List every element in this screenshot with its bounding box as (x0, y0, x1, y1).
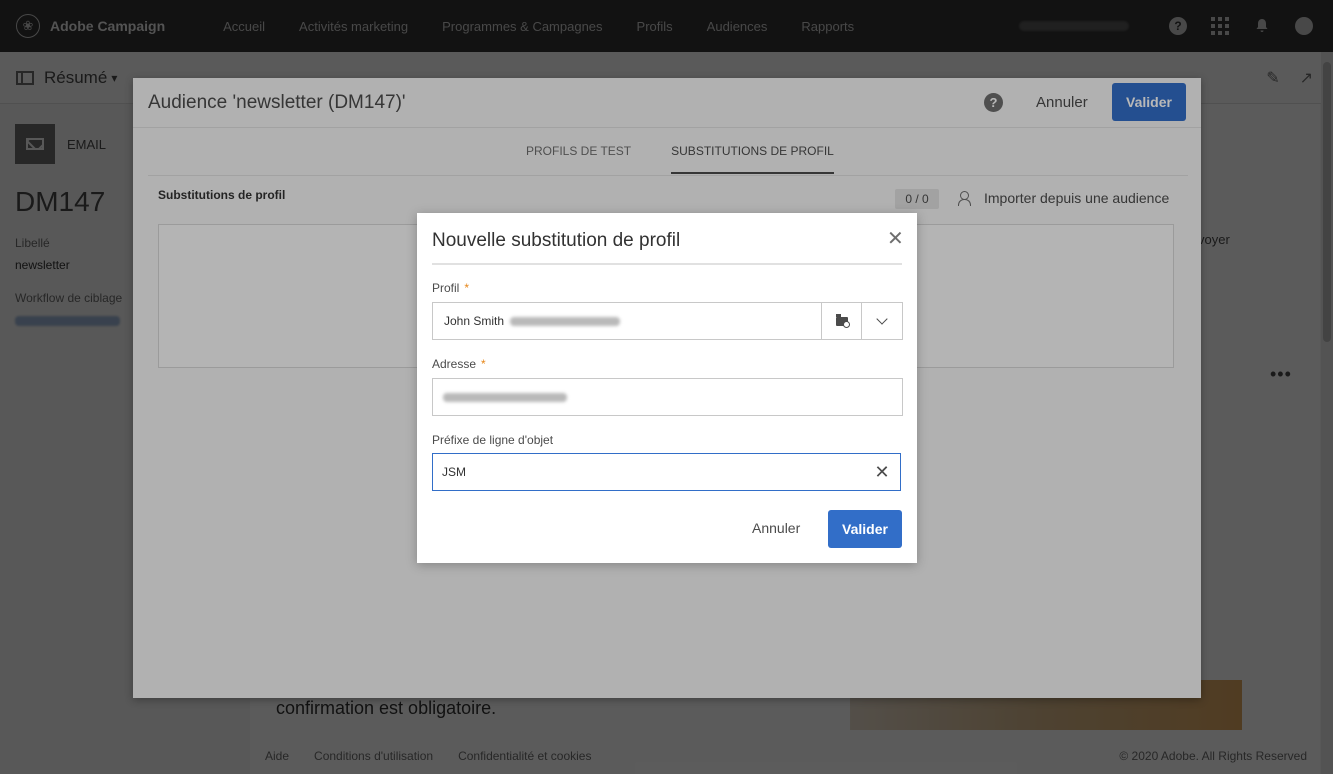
title-divider (432, 263, 902, 265)
required-marker: * (464, 281, 470, 295)
cancel-button[interactable]: Annuler (752, 520, 800, 536)
chevron-down-icon (876, 313, 888, 325)
close-icon[interactable]: ✕ (887, 229, 904, 249)
required-marker: * (481, 357, 486, 371)
substitution-dialog-title: Nouvelle substitution de profil (432, 230, 681, 251)
address-label: Adresse * (432, 357, 486, 371)
substitution-dialog: Nouvelle substitution de profil ✕ Profil… (417, 213, 917, 563)
validate-button[interactable]: Valider (828, 510, 902, 548)
prefix-label: Préfixe de ligne d'objet (432, 433, 554, 447)
profile-picker-button[interactable] (821, 303, 861, 339)
subject-prefix-input[interactable] (442, 465, 864, 479)
profile-label: Profil * (432, 281, 470, 295)
profile-value[interactable]: John Smith (433, 303, 821, 339)
profile-name: John Smith (444, 314, 505, 328)
clear-icon[interactable]: ✕ (864, 454, 900, 490)
address-value-redacted (443, 392, 567, 402)
folder-search-icon (835, 313, 850, 328)
profile-dropdown-button[interactable] (861, 303, 902, 339)
subject-prefix-field[interactable]: ✕ (432, 453, 901, 491)
profile-field[interactable]: John Smith (432, 302, 903, 340)
profile-email-redacted (510, 316, 621, 326)
address-field[interactable] (432, 378, 903, 416)
